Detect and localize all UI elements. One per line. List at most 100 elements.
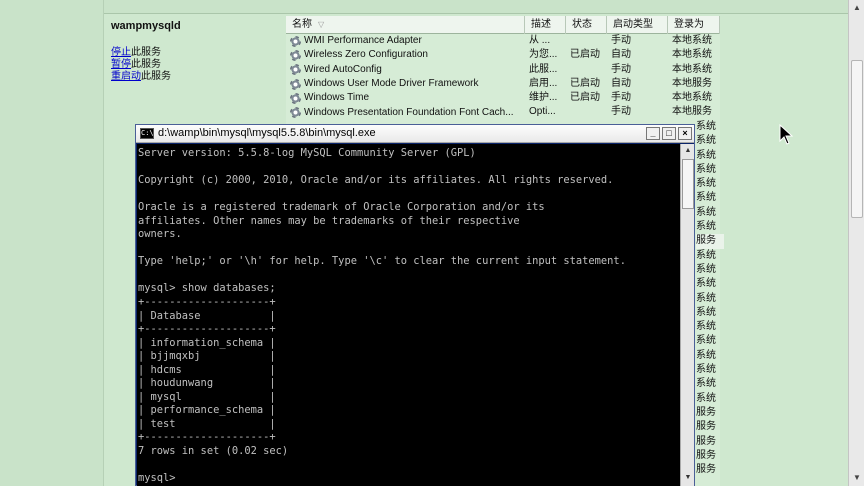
service-logon: 本地系统 xyxy=(672,35,712,46)
service-row[interactable]: Windows Time 维护... 已启动 手动 本地系统 xyxy=(286,91,720,105)
stop-service-link[interactable]: 停止 xyxy=(111,47,131,58)
logon-tail-cell: 系统 xyxy=(696,335,716,347)
service-name: Wired AutoConfig xyxy=(304,63,382,75)
column-header-desc[interactable]: 描述 xyxy=(525,16,566,34)
scrollbar-thumb[interactable] xyxy=(851,60,863,218)
gear-icon xyxy=(290,92,301,104)
service-row[interactable]: WMI Performance Adapter 从 ... 手动 本地系统 xyxy=(286,34,720,48)
logon-tail-cell: 系统 xyxy=(696,163,716,175)
selected-service-title: wampmysqld xyxy=(111,20,181,32)
service-desc: 此服... xyxy=(529,63,558,75)
scroll-up-arrow-icon[interactable]: ▲ xyxy=(851,2,863,14)
logon-tail-cell: 系统 xyxy=(696,192,716,204)
left-strip xyxy=(0,0,104,486)
service-desc: 为您... xyxy=(529,49,558,61)
gear-icon xyxy=(290,49,301,61)
logon-tail-cell: 系统 xyxy=(696,249,716,261)
service-name-cell: Wired AutoConfig xyxy=(286,63,525,77)
restart-service-link[interactable]: 重启动 xyxy=(111,71,141,82)
service-name: WMI Performance Adapter xyxy=(304,35,422,47)
stop-service-suffix: 此服务 xyxy=(131,47,161,58)
restart-service-action: 重启动此服务 xyxy=(111,71,171,83)
service-start-type: 手动 xyxy=(611,63,631,75)
mouse-cursor-icon xyxy=(779,124,794,145)
logon-tail-cell: 系统 xyxy=(696,135,716,147)
logon-tail-cell: 服务 xyxy=(696,234,724,249)
console-icon: C:\ xyxy=(140,128,154,139)
logon-tail-cell: 系统 xyxy=(696,263,716,275)
logon-tail-cell: 系统 xyxy=(696,221,716,233)
logon-tail-cell: 系统 xyxy=(696,278,716,290)
list-header: 名称 ▽ 描述 状态 启动类型 登录为 xyxy=(286,16,720,34)
column-header-state[interactable]: 状态 xyxy=(566,16,607,34)
close-button[interactable]: × xyxy=(678,127,692,140)
service-state: 已启动 xyxy=(570,92,600,104)
restart-service-suffix: 此服务 xyxy=(141,71,171,82)
logon-tail-cell: 系统 xyxy=(696,178,716,190)
pause-service-link[interactable]: 暂停 xyxy=(111,59,131,70)
service-desc: 维护... xyxy=(529,92,558,104)
service-row[interactable]: Wireless Zero Configuration 为您... 已启动 自动… xyxy=(286,48,720,62)
service-actions: 停止此服务 暂停此服务 重启动此服务 xyxy=(111,47,171,83)
sort-arrow-icon: ▽ xyxy=(318,20,325,29)
gear-icon xyxy=(290,78,301,90)
column-header-logon[interactable]: 登录为 xyxy=(668,16,720,34)
service-state xyxy=(566,105,607,119)
console-titlebar[interactable]: C:\ d:\wamp\bin\mysql\mysql5.5.8\bin\mys… xyxy=(136,125,694,143)
service-start-type: 自动 xyxy=(611,77,631,89)
logon-tail-cell: 系统 xyxy=(696,321,716,333)
service-state xyxy=(566,34,607,48)
service-state: 已启动 xyxy=(570,49,600,61)
console-scroll-down-icon[interactable]: ▼ xyxy=(682,472,694,484)
service-name: Windows User Mode Driver Framework xyxy=(304,78,479,90)
logon-tail-cell: 系统 xyxy=(696,364,716,376)
service-logon: 本地系统 xyxy=(672,63,712,75)
maximize-button[interactable]: □ xyxy=(662,127,676,140)
logon-column-tail: 系统 系统 系统 系统 系统 系统 系统 系统 服务 系统 系统 系统 系统 系… xyxy=(696,120,724,477)
service-row[interactable]: Windows Presentation Foundation Font Cac… xyxy=(286,105,720,119)
service-logon: 本地服务 xyxy=(672,77,712,89)
service-desc: 启用... xyxy=(529,77,558,89)
logon-tail-cell: 系统 xyxy=(696,292,716,304)
service-logon: 本地系统 xyxy=(672,49,712,61)
logon-tail-cell: 服务 xyxy=(696,449,716,461)
logon-tail-cell: 系统 xyxy=(696,392,716,404)
logon-tail-cell: 系统 xyxy=(696,349,716,361)
pause-service-action: 暂停此服务 xyxy=(111,59,171,71)
logon-tail-cell: 系统 xyxy=(696,306,716,318)
column-header-name[interactable]: 名称 ▽ xyxy=(286,16,525,34)
services-vertical-scrollbar[interactable]: ▲ ▼ xyxy=(848,0,864,486)
logon-tail-cell: 系统 xyxy=(696,149,716,161)
pause-service-suffix: 此服务 xyxy=(131,59,161,70)
logon-tail-cell: 系统 xyxy=(696,378,716,390)
service-row[interactable]: Wired AutoConfig 此服... 手动 本地系统 xyxy=(286,63,720,77)
service-logon: 本地服务 xyxy=(672,106,712,118)
scroll-down-arrow-icon[interactable]: ▼ xyxy=(851,472,863,484)
service-name: Windows Time xyxy=(304,92,370,104)
service-rows: WMI Performance Adapter 从 ... 手动 本地系统 Wi… xyxy=(286,34,720,120)
minimize-button[interactable]: _ xyxy=(646,127,660,140)
service-desc: 从 ... xyxy=(529,35,551,46)
console-title: d:\wamp\bin\mysql\mysql5.5.8\bin\mysql.e… xyxy=(158,127,376,139)
logon-tail-cell: 服务 xyxy=(696,464,716,476)
gear-icon xyxy=(290,107,301,119)
service-logon: 本地系统 xyxy=(672,92,712,104)
service-row[interactable]: Windows User Mode Driver Framework 启用...… xyxy=(286,77,720,91)
gear-icon xyxy=(290,64,301,76)
service-start-type: 自动 xyxy=(611,49,631,61)
mysql-console-window[interactable]: C:\ d:\wamp\bin\mysql\mysql5.5.8\bin\mys… xyxy=(135,124,695,486)
column-header-start[interactable]: 启动类型 xyxy=(607,16,668,34)
console-scroll-thumb[interactable] xyxy=(682,159,694,209)
logon-tail-cell: 系统 xyxy=(696,121,716,132)
service-name-cell: WMI Performance Adapter xyxy=(286,34,525,48)
stop-service-action: 停止此服务 xyxy=(111,47,171,59)
service-name: Wireless Zero Configuration xyxy=(304,49,428,61)
service-desc: Opti... xyxy=(529,106,556,118)
service-start-type: 手动 xyxy=(611,92,631,104)
column-header-name-label: 名称 xyxy=(292,19,312,30)
service-start-type: 手动 xyxy=(611,35,631,46)
service-name-cell: Wireless Zero Configuration xyxy=(286,48,525,62)
console-scroll-up-icon[interactable]: ▲ xyxy=(682,145,694,157)
console-screen[interactable]: Server version: 5.5.8-log MySQL Communit… xyxy=(137,144,680,486)
console-scrollbar[interactable]: ▲ ▼ xyxy=(680,144,694,486)
